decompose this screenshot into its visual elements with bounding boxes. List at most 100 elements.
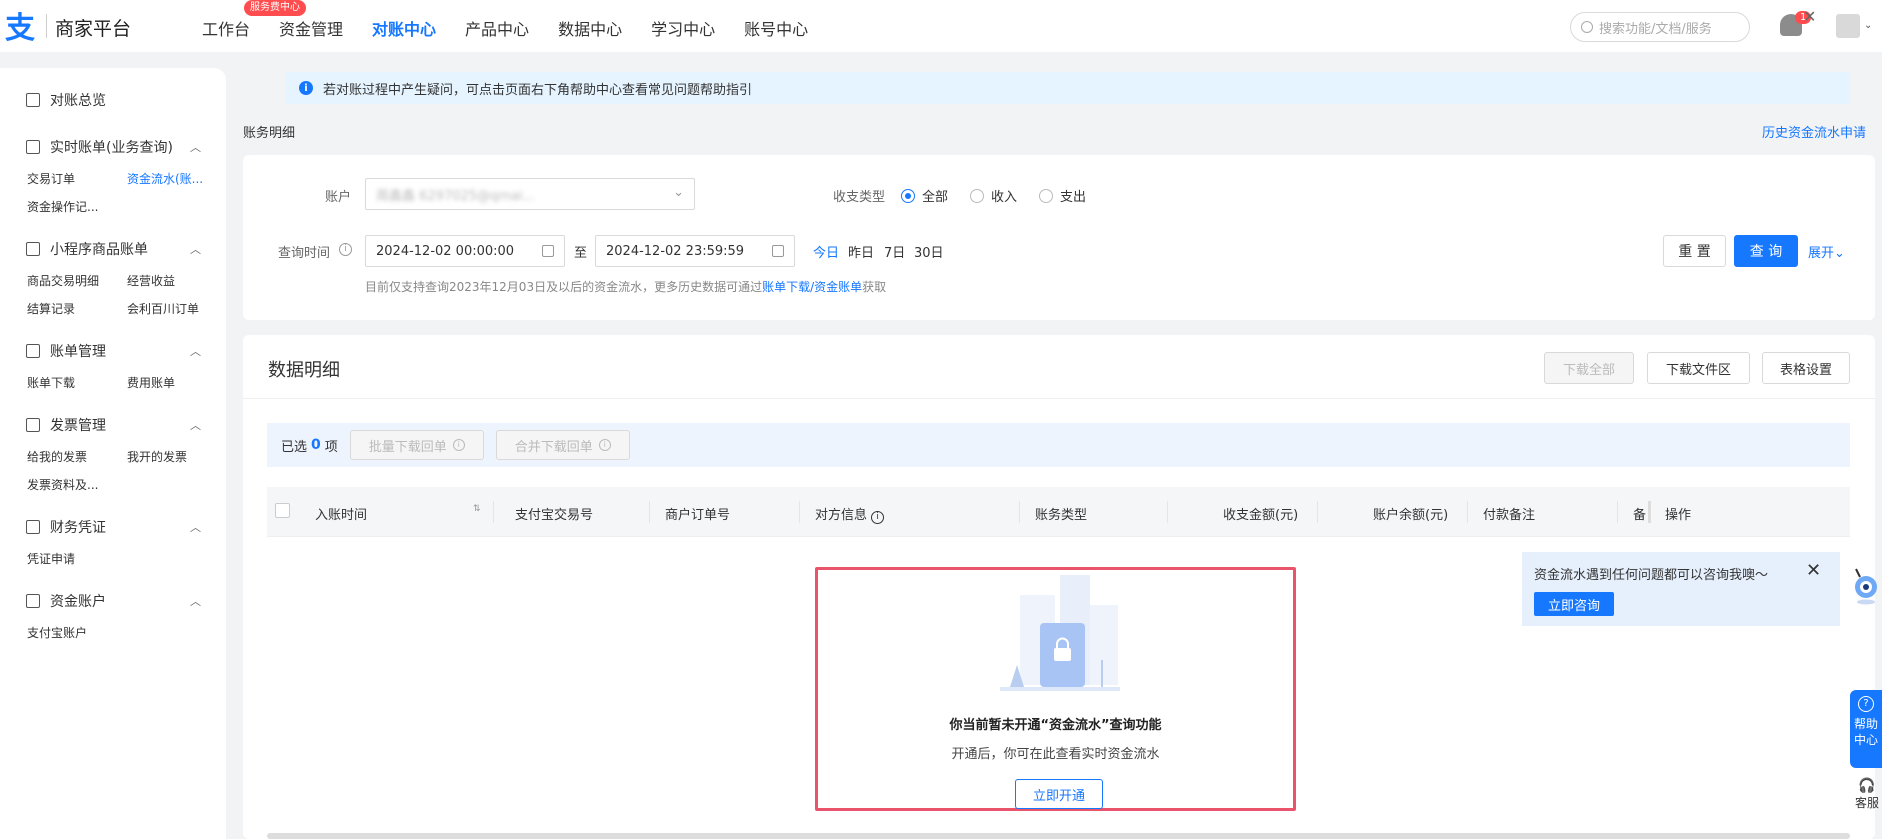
account-label: 账户 [325, 190, 352, 205]
help-label: 帮助 [1853, 717, 1878, 731]
nav-reconciliation[interactable]: 对账中心 [372, 16, 436, 40]
nav-data[interactable]: 数据中心 [558, 16, 622, 40]
search-placeholder: 搜索功能/文档/服务 [1599, 21, 1712, 37]
horizontal-scrollbar[interactable] [267, 833, 1850, 839]
end-time-input[interactable]: 2024-12-02 23:59:59 [595, 235, 795, 267]
nav-learning[interactable]: 学习中心 [651, 16, 715, 40]
radio-expense[interactable]: 支出 [1039, 186, 1086, 205]
account-select[interactable]: 周鑫鑫 6297025@qmai... ⌄ [365, 178, 695, 210]
nav-workbench[interactable]: 工作台 [202, 16, 250, 40]
sidebar-group-bill-mgmt[interactable]: 账单管理 [26, 341, 106, 361]
col-account-type: 账务类型 [1035, 508, 1088, 523]
nav-account[interactable]: 账号中心 [744, 16, 808, 40]
help-center-button[interactable]: ? 帮助 中心 [1850, 690, 1882, 768]
query-button[interactable]: 查 询 [1734, 235, 1798, 267]
sidebar-group-miniapp[interactable]: 小程序商品账单 [26, 239, 148, 259]
sort-icon[interactable]: ⇅ [473, 504, 481, 514]
col-entry-time[interactable]: 入账时间 [315, 504, 367, 523]
sidebar-group-realtime[interactable]: 实时账单(业务查询) [26, 137, 173, 157]
reset-button[interactable]: 重 置 [1663, 235, 1726, 267]
col-counterparty: 对方信息 i [815, 504, 885, 524]
sidebar-group-invoice[interactable]: 发票管理 [26, 415, 106, 435]
divider [243, 398, 1875, 399]
sidebar-item-overview[interactable]: 对账总览 [26, 90, 106, 110]
merge-download-button[interactable]: 合并下载回单 i [495, 430, 630, 460]
sidebar-group-label: 财务凭证 [50, 520, 106, 536]
sidebar-group-vouchers[interactable]: 财务凭证 [26, 517, 106, 537]
quick-today[interactable]: 今日 [813, 242, 839, 261]
sidebar-item-invoices-issued[interactable]: 我开的发票 [127, 448, 187, 465]
chevron-up-icon[interactable]: ︿ [190, 417, 201, 433]
sidebar-item-invoices-to-me[interactable]: 给我的发票 [27, 448, 87, 465]
quick-yesterday[interactable]: 昨日 [848, 242, 874, 261]
alipay-logo[interactable]: 支 [0, 8, 40, 46]
sidebar-group-fund-account[interactable]: 资金账户 [26, 591, 106, 611]
expand-toggle[interactable]: 展开⌄ [1808, 242, 1845, 261]
sidebar-item-invoice-info[interactable]: 发票资料及... [27, 476, 98, 493]
sidebar-group-label: 资金账户 [50, 594, 106, 610]
help-icon[interactable]: i [339, 243, 352, 256]
select-all-checkbox[interactable] [275, 503, 290, 518]
start-time-value: 2024-12-02 00:00:00 [376, 243, 515, 259]
close-icon[interactable]: ✕ [1803, 7, 1816, 26]
chevron-up-icon[interactable]: ︿ [190, 593, 201, 609]
button-label: 合并下载回单 [514, 439, 593, 455]
sidebar-item-settlement[interactable]: 结算记录 [27, 300, 75, 317]
sidebar-item-fund-flow[interactable]: 资金流水(账... [127, 170, 203, 187]
search-input[interactable]: 搜索功能/文档/服务 [1570, 12, 1750, 42]
avatar[interactable] [1836, 14, 1860, 38]
sidebar-item-voucher-apply[interactable]: 凭证申请 [27, 550, 75, 567]
batch-download-button[interactable]: 批量下载回单 i [349, 430, 484, 460]
empty-title: 你当前暂未开通“资金流水”查询功能 [949, 718, 1162, 733]
download-all-button[interactable]: 下载全部 [1544, 352, 1634, 384]
nav-products[interactable]: 产品中心 [465, 16, 529, 40]
sidebar-item-bill-download[interactable]: 账单下载 [27, 374, 75, 391]
radio-label: 全部 [922, 190, 949, 205]
chevron-down-icon[interactable]: ⌄ [1864, 20, 1872, 31]
sidebar-item-operating-income[interactable]: 经营收益 [127, 272, 175, 289]
sidebar-item-fee-bill[interactable]: 费用账单 [127, 374, 175, 391]
download-area-button[interactable]: 下载文件区 [1647, 352, 1750, 384]
end-time-value: 2024-12-02 23:59:59 [606, 243, 745, 259]
chevron-up-icon[interactable]: ︿ [190, 139, 201, 155]
chevron-up-icon[interactable]: ︿ [190, 519, 201, 535]
radio-label: 支出 [1060, 190, 1087, 205]
bill-download-link[interactable]: 账单下载/资金账单 [762, 280, 862, 294]
activate-now-button[interactable]: 立即开通 [1015, 779, 1103, 809]
voucher-icon [26, 520, 40, 534]
col-merchant-order-no: 商户订单号 [665, 508, 731, 523]
logo-divider [46, 14, 47, 38]
radio-label: 收入 [991, 190, 1018, 205]
sidebar-item-trade-orders[interactable]: 交易订单 [27, 170, 75, 187]
start-time-input[interactable]: 2024-12-02 00:00:00 [365, 235, 565, 267]
close-icon[interactable]: ✕ [1806, 560, 1821, 581]
quick-7days[interactable]: 7日 [884, 242, 905, 261]
sidebar-group-label: 实时账单(业务查询) [50, 140, 173, 156]
sidebar-item-fund-operations[interactable]: 资金操作记... [27, 198, 98, 215]
radio-all[interactable]: 全部 [901, 186, 948, 205]
table-settings-button[interactable]: 表格设置 [1762, 352, 1850, 384]
sidebar-item-baichuan-orders[interactable]: 会利百川订单 [127, 300, 199, 317]
chevron-up-icon[interactable]: ︿ [190, 343, 201, 359]
data-title: 数据明细 [268, 360, 340, 381]
sidebar-item-alipay-account[interactable]: 支付宝账户 [27, 624, 87, 641]
robot-assistant-icon[interactable] [1850, 567, 1878, 605]
chevron-up-icon[interactable]: ︿ [190, 241, 201, 257]
column-divider [1617, 501, 1618, 523]
history-flow-link[interactable]: 历史资金流水申请 [1762, 122, 1866, 141]
col-balance: 账户余额(元) [1373, 508, 1449, 523]
building-shape [1090, 605, 1118, 685]
sidebar-item-goods-detail[interactable]: 商品交易明细 [27, 272, 99, 289]
help-label: 中心 [1853, 733, 1878, 747]
consult-now-button[interactable]: 立即咨询 [1534, 592, 1614, 616]
service-fee-badge[interactable]: 服务费中心 [244, 0, 306, 16]
sidebar-item-label: 对账总览 [50, 93, 106, 109]
nav-funds[interactable]: 资金管理 [279, 16, 343, 40]
quick-30days[interactable]: 30日 [914, 242, 944, 261]
customer-service-button[interactable]: 🎧 客服 [1852, 778, 1882, 811]
sidebar-group-label: 小程序商品账单 [50, 242, 148, 258]
calendar-icon [772, 245, 784, 257]
info-icon[interactable]: i [871, 511, 885, 524]
radio-income[interactable]: 收入 [970, 186, 1017, 205]
top-bar: 支 商家平台 工作台 资金管理 对账中心 产品中心 数据中心 学习中心 账号中心… [0, 0, 1882, 52]
